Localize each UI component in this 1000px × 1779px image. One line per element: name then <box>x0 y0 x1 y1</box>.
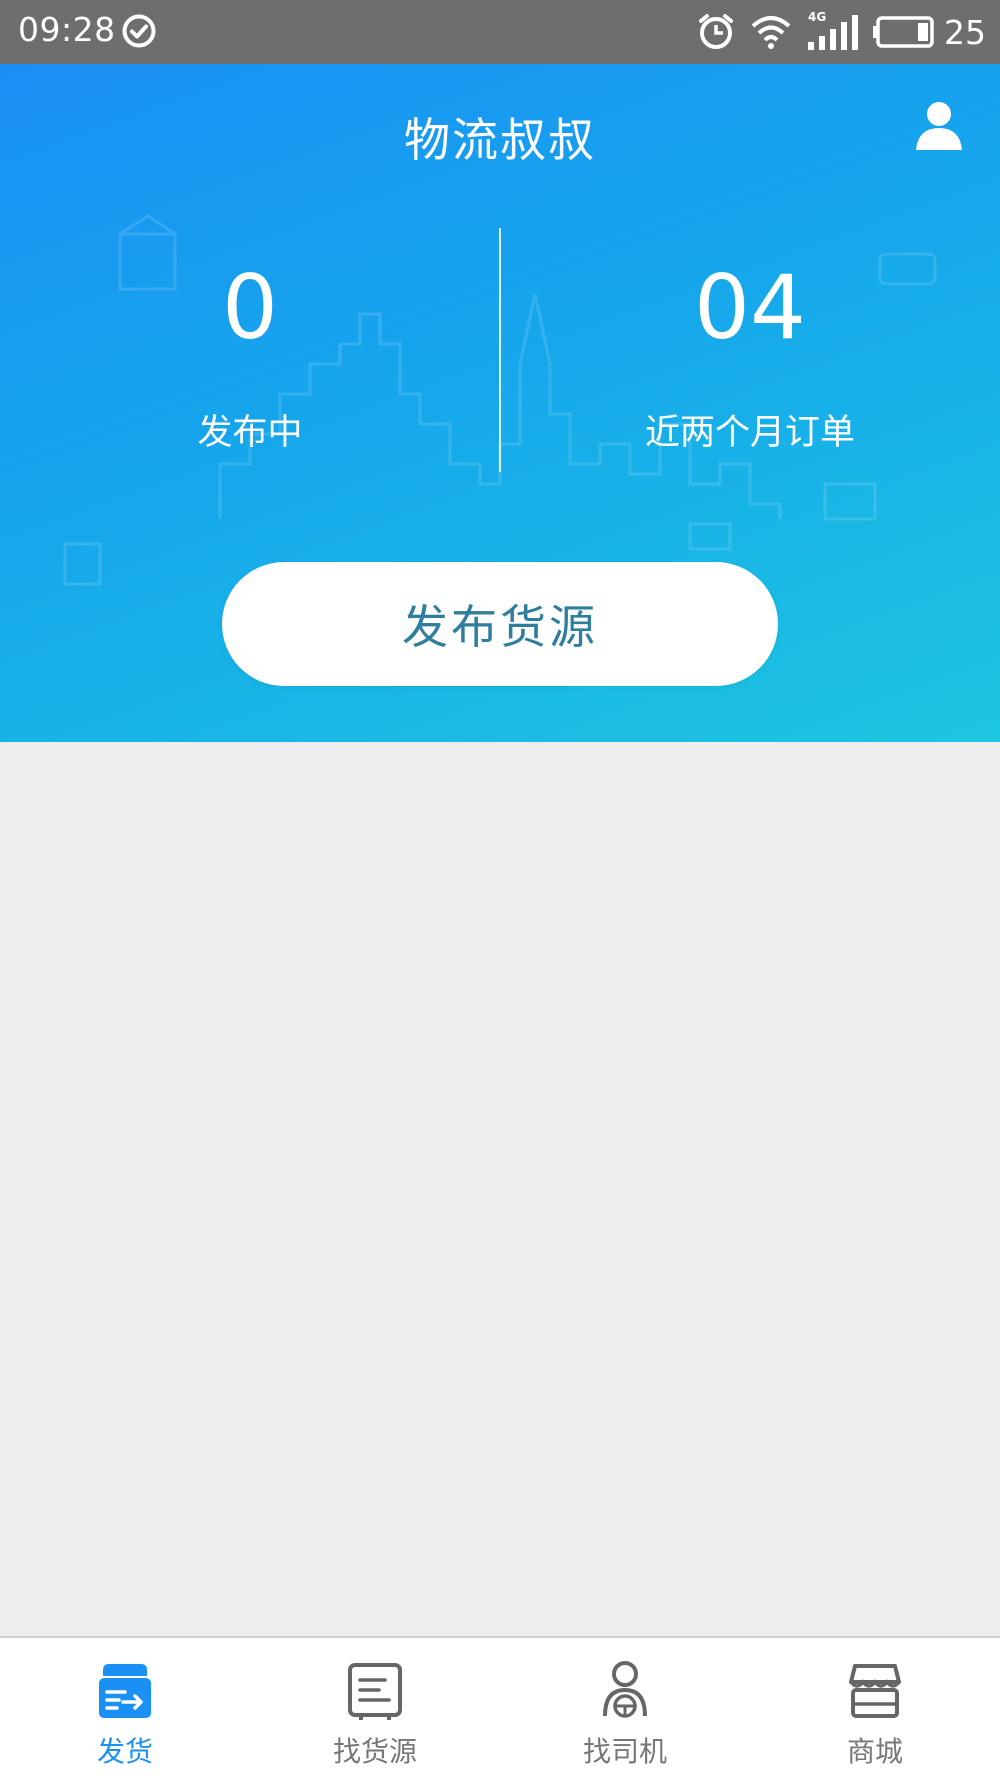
user-profile-icon[interactable] <box>914 100 964 152</box>
status-bar: 09:28 4G 25 <box>0 0 1000 64</box>
signal-icon: 4G <box>806 10 858 52</box>
nav-tab-store-label: 商城 <box>846 1735 903 1768</box>
nav-tab-ship-label: 发货 <box>96 1735 153 1768</box>
store-icon <box>849 1664 901 1718</box>
bottom-navigation: 发货 找货源 找司机 商城 <box>0 1636 1000 1779</box>
nav-tab-find-driver-label: 找司机 <box>582 1735 667 1768</box>
document-list-icon <box>348 1663 402 1720</box>
stat-publishing-value: 0 <box>222 256 278 359</box>
battery-level: 25 <box>944 12 986 52</box>
shipping-box-icon <box>99 1664 151 1718</box>
stat-recent-orders-value: 04 <box>694 256 806 359</box>
stat-recent-orders-label: 近两个月订单 <box>644 413 855 453</box>
status-time: 09:28 <box>18 10 116 49</box>
battery-icon <box>873 16 934 48</box>
alarm-icon <box>699 14 733 49</box>
driver-icon <box>603 1661 647 1718</box>
dashboard-header: 物流叔叔 0 发布中 04 近两个月订单 发布货源 <box>0 64 1000 742</box>
nav-tab-store[interactable]: 商城 <box>750 1638 1000 1779</box>
app-title: 物流叔叔 <box>404 113 596 167</box>
nav-tab-find-driver[interactable]: 找司机 <box>500 1638 750 1779</box>
nav-tab-find-cargo-label: 找货源 <box>332 1735 417 1768</box>
wifi-icon <box>751 16 791 49</box>
stat-publishing-label: 发布中 <box>197 413 303 453</box>
check-circle-icon <box>122 14 156 48</box>
nav-tab-find-cargo[interactable]: 找货源 <box>250 1638 500 1779</box>
stats-divider <box>499 228 501 472</box>
nav-tab-ship[interactable]: 发货 <box>0 1638 250 1779</box>
publish-cargo-button[interactable]: 发布货源 <box>222 562 778 686</box>
